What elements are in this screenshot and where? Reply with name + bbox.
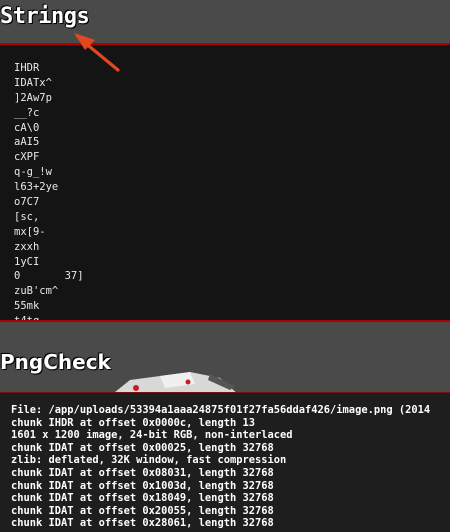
strings-line: l63+2ye bbox=[14, 181, 59, 194]
strings-line: __?c bbox=[14, 106, 40, 119]
pngcheck-line: chunk IDAT at offset 0x20055, length 327… bbox=[11, 504, 274, 517]
strings-line: q-g_!w bbox=[14, 166, 52, 179]
strings-line: zxxh bbox=[14, 240, 40, 253]
strings-list: IHDR IDATx^ ]2Aw7p __?c cA\0 aAI5 cXPF q-g_!w l6… bbox=[0, 45, 450, 322]
strings-line: IDATx^ bbox=[14, 76, 52, 89]
strings-line: cA\0 bbox=[14, 121, 40, 134]
strings-line: 55mk bbox=[14, 300, 40, 313]
strings-line: 0 37] bbox=[14, 270, 84, 283]
strings-line: o7C7 bbox=[14, 196, 40, 209]
strings-line: [sc, bbox=[14, 210, 40, 223]
pngcheck-line: chunk IDAT at offset 0x08031, length 327… bbox=[11, 466, 274, 479]
pngcheck-list: File: /app/uploads/53394a1aaa24875f01f27… bbox=[0, 393, 450, 530]
strings-line: 1yCI bbox=[14, 255, 40, 268]
pngcheck-line: chunk IDAT at offset 0x1003d, length 327… bbox=[11, 479, 274, 492]
pngcheck-line: chunk IHDR at offset 0x0000c, length 13 bbox=[11, 416, 255, 429]
strings-line: t4tg bbox=[14, 315, 40, 322]
pngcheck-line: chunk IDAT at offset 0x00025, length 327… bbox=[11, 441, 274, 454]
pngcheck-line: zlib: deflated, 32K window, fast compres… bbox=[11, 454, 287, 467]
pngcheck-line: chunk IDAT at offset 0x18049, length 327… bbox=[11, 492, 274, 505]
strings-line: aAI5 bbox=[14, 136, 40, 149]
strings-line: cXPF bbox=[14, 151, 40, 164]
strings-line: ]2Aw7p bbox=[14, 91, 52, 104]
strings-line: zuB'cm^ bbox=[14, 285, 59, 298]
pngcheck-line: 1601 x 1200 image, 24-bit RGB, non-inter… bbox=[11, 429, 293, 442]
pngcheck-output-panel[interactable]: File: /app/uploads/53394a1aaa24875f01f27… bbox=[0, 392, 450, 532]
pngcheck-line: chunk IDAT at offset 0x28061, length 327… bbox=[11, 517, 274, 530]
pngcheck-line: File: /app/uploads/53394a1aaa24875f01f27… bbox=[11, 404, 431, 416]
strings-line: IHDR bbox=[14, 62, 40, 74]
strings-section-title: Strings bbox=[0, 4, 90, 29]
strings-line: mx[9- bbox=[14, 225, 46, 238]
strings-output-panel[interactable]: IHDR IDATx^ ]2Aw7p __?c cA\0 aAI5 cXPF q-g_!w l6… bbox=[0, 43, 450, 322]
pngcheck-section-title: PngCheck bbox=[0, 350, 111, 374]
